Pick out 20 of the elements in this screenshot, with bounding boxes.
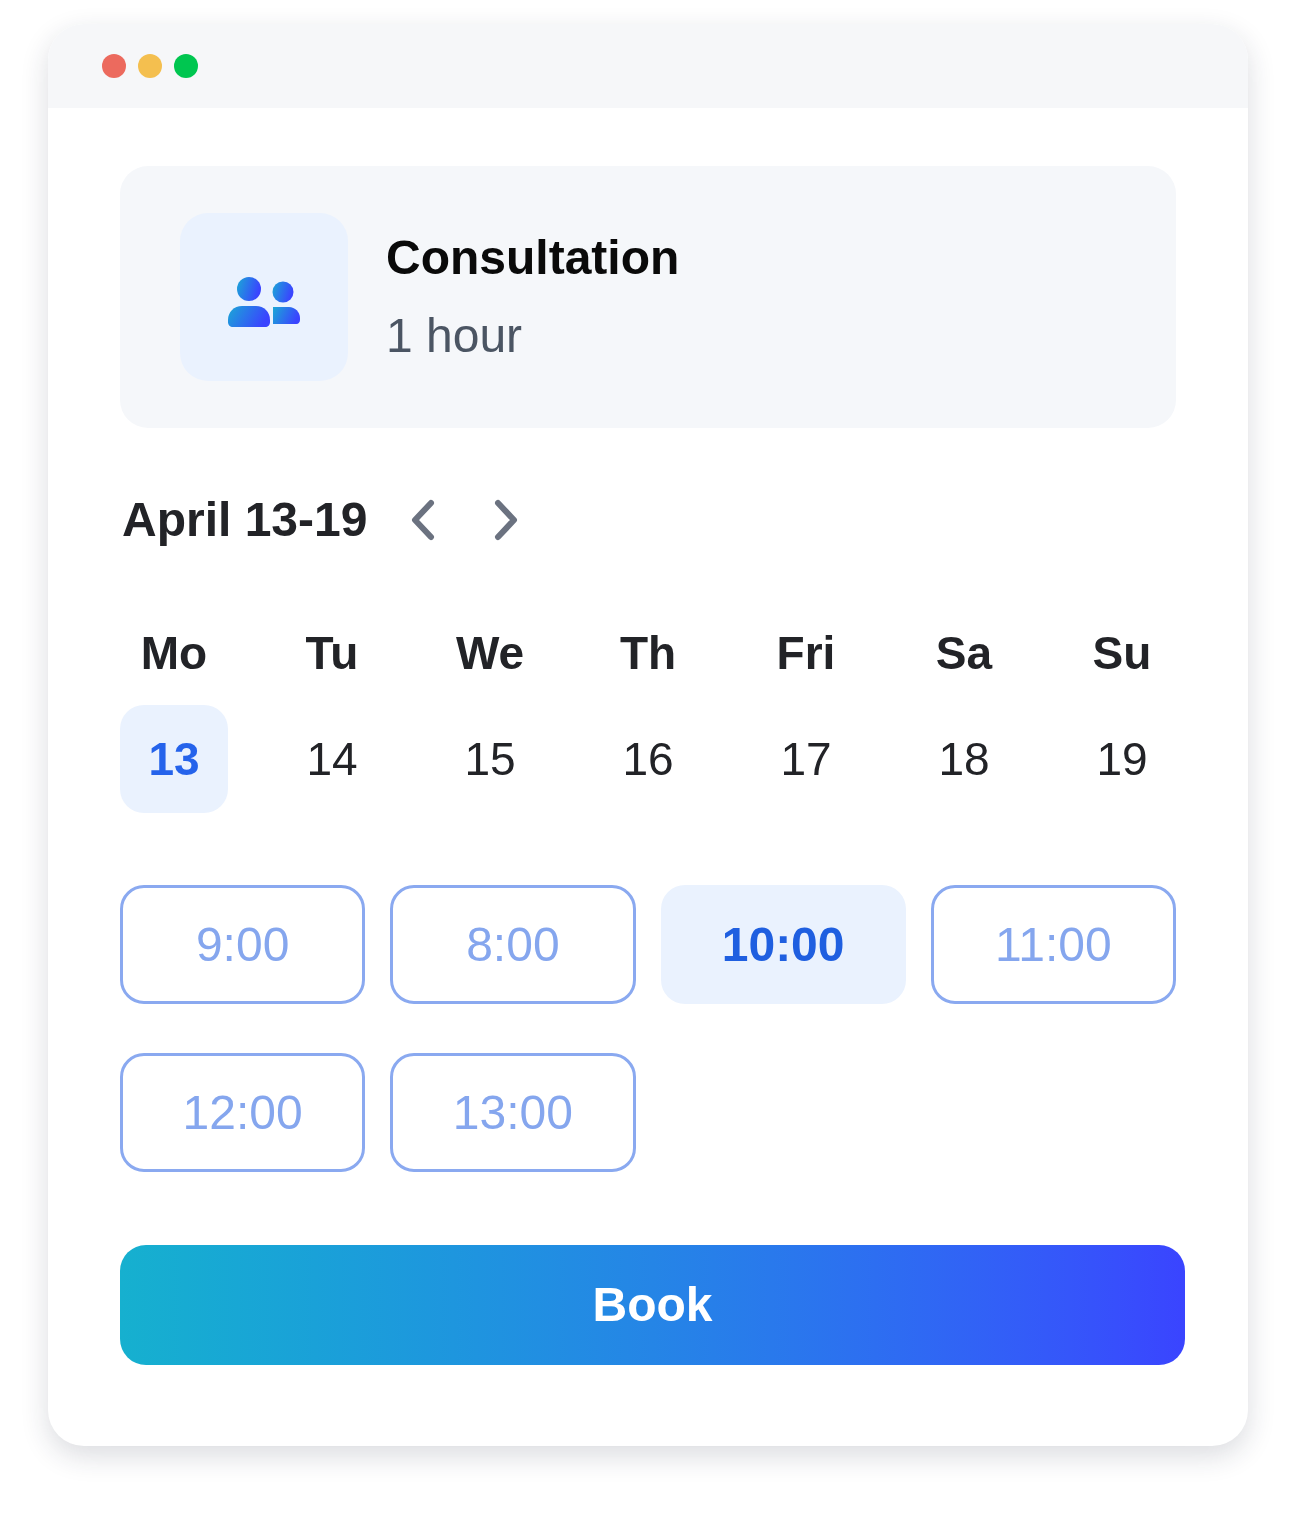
weekday-label: We xyxy=(455,626,525,681)
weekday-label: Fri xyxy=(776,626,836,681)
date-button[interactable]: 16 xyxy=(594,705,702,813)
weekday-label: Su xyxy=(1092,626,1152,681)
book-button[interactable]: Book xyxy=(120,1245,1185,1365)
weekday-label: Tu xyxy=(305,626,359,681)
date-button[interactable]: 19 xyxy=(1068,705,1176,813)
date-button[interactable]: 13 xyxy=(120,705,228,813)
people-icon xyxy=(228,277,300,327)
week-range-label: April 13-19 xyxy=(122,492,368,548)
date-button[interactable]: 14 xyxy=(278,705,386,813)
time-slot-button[interactable]: 10:00 xyxy=(660,885,906,1004)
weekday-label: Mo xyxy=(140,626,208,681)
date-button[interactable]: 17 xyxy=(752,705,860,813)
weekday-label: Sa xyxy=(935,626,993,681)
weekday-label: Th xyxy=(619,626,677,681)
service-duration: 1 hour xyxy=(386,308,524,364)
service-title: Consultation xyxy=(386,230,680,286)
date-button[interactable]: 18 xyxy=(910,705,1018,813)
date-button[interactable]: 15 xyxy=(436,705,544,813)
